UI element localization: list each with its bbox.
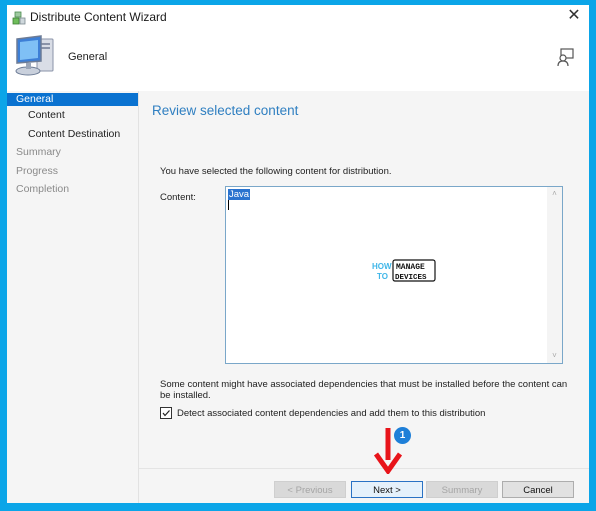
wizard-window: Distribute Content Wizard ✕ General Gene… bbox=[7, 5, 589, 503]
button-separator bbox=[139, 468, 589, 469]
next-button[interactable]: Next > bbox=[351, 481, 423, 498]
summary-button[interactable]: Summary bbox=[426, 481, 498, 498]
content-value: Java bbox=[228, 189, 251, 200]
header-title: General bbox=[68, 51, 108, 63]
content-textbox[interactable]: Java HOW TO MANAGE DEVICES ˄ ˅ bbox=[225, 186, 563, 364]
watermark-manage: MANAGE bbox=[396, 263, 425, 272]
detect-dependencies-label: Detect associated content dependencies a… bbox=[177, 407, 486, 419]
checkmark-icon bbox=[162, 410, 170, 417]
cancel-button[interactable]: Cancel bbox=[502, 481, 574, 498]
sidebar-item-content[interactable]: Content bbox=[7, 106, 138, 125]
distribute-content-icon bbox=[12, 11, 26, 25]
window-title: Distribute Content Wizard bbox=[30, 10, 167, 24]
how-to-manage-devices-logo: HOW TO MANAGE DEVICES bbox=[372, 259, 436, 282]
sidebar-item-completion[interactable]: Completion bbox=[7, 180, 138, 199]
content-label: Content: bbox=[160, 192, 196, 203]
sidebar-item-general[interactable]: General bbox=[7, 93, 138, 106]
watermark-devices: DEVICES bbox=[395, 274, 427, 282]
sidebar-item-content-destination[interactable]: Content Destination bbox=[7, 125, 138, 144]
help-user-icon[interactable] bbox=[555, 47, 575, 67]
page-title: Review selected content bbox=[152, 103, 299, 118]
text-caret bbox=[228, 200, 229, 210]
detect-dependencies-checkbox[interactable] bbox=[160, 407, 172, 419]
wizard-sidebar: General Content Content Destination Summ… bbox=[7, 91, 139, 503]
intro-text: You have selected the following content … bbox=[160, 166, 392, 177]
vertical-scrollbar[interactable]: ˄ ˅ bbox=[547, 187, 562, 363]
sidebar-item-progress[interactable]: Progress bbox=[7, 162, 138, 181]
previous-button[interactable]: < Previous bbox=[274, 481, 346, 498]
wizard-main-panel: Review selected content You have selecte… bbox=[139, 91, 589, 503]
scroll-down-icon[interactable]: ˅ bbox=[547, 349, 562, 363]
sidebar-item-summary[interactable]: Summary bbox=[7, 143, 138, 162]
watermark-how: HOW bbox=[372, 262, 392, 271]
title-bar: Distribute Content Wizard ✕ bbox=[7, 5, 589, 29]
watermark-to: TO bbox=[377, 272, 388, 281]
computer-icon bbox=[15, 35, 54, 76]
detect-dependencies-option[interactable]: Detect associated content dependencies a… bbox=[160, 407, 485, 419]
close-icon: ✕ bbox=[567, 7, 581, 24]
annotation-step-badge: 1 bbox=[394, 427, 411, 444]
wizard-header: General bbox=[7, 29, 589, 89]
scroll-up-icon[interactable]: ˄ bbox=[547, 187, 562, 201]
close-button[interactable]: ✕ bbox=[563, 7, 585, 27]
dependency-note: Some content might have associated depen… bbox=[160, 379, 568, 401]
